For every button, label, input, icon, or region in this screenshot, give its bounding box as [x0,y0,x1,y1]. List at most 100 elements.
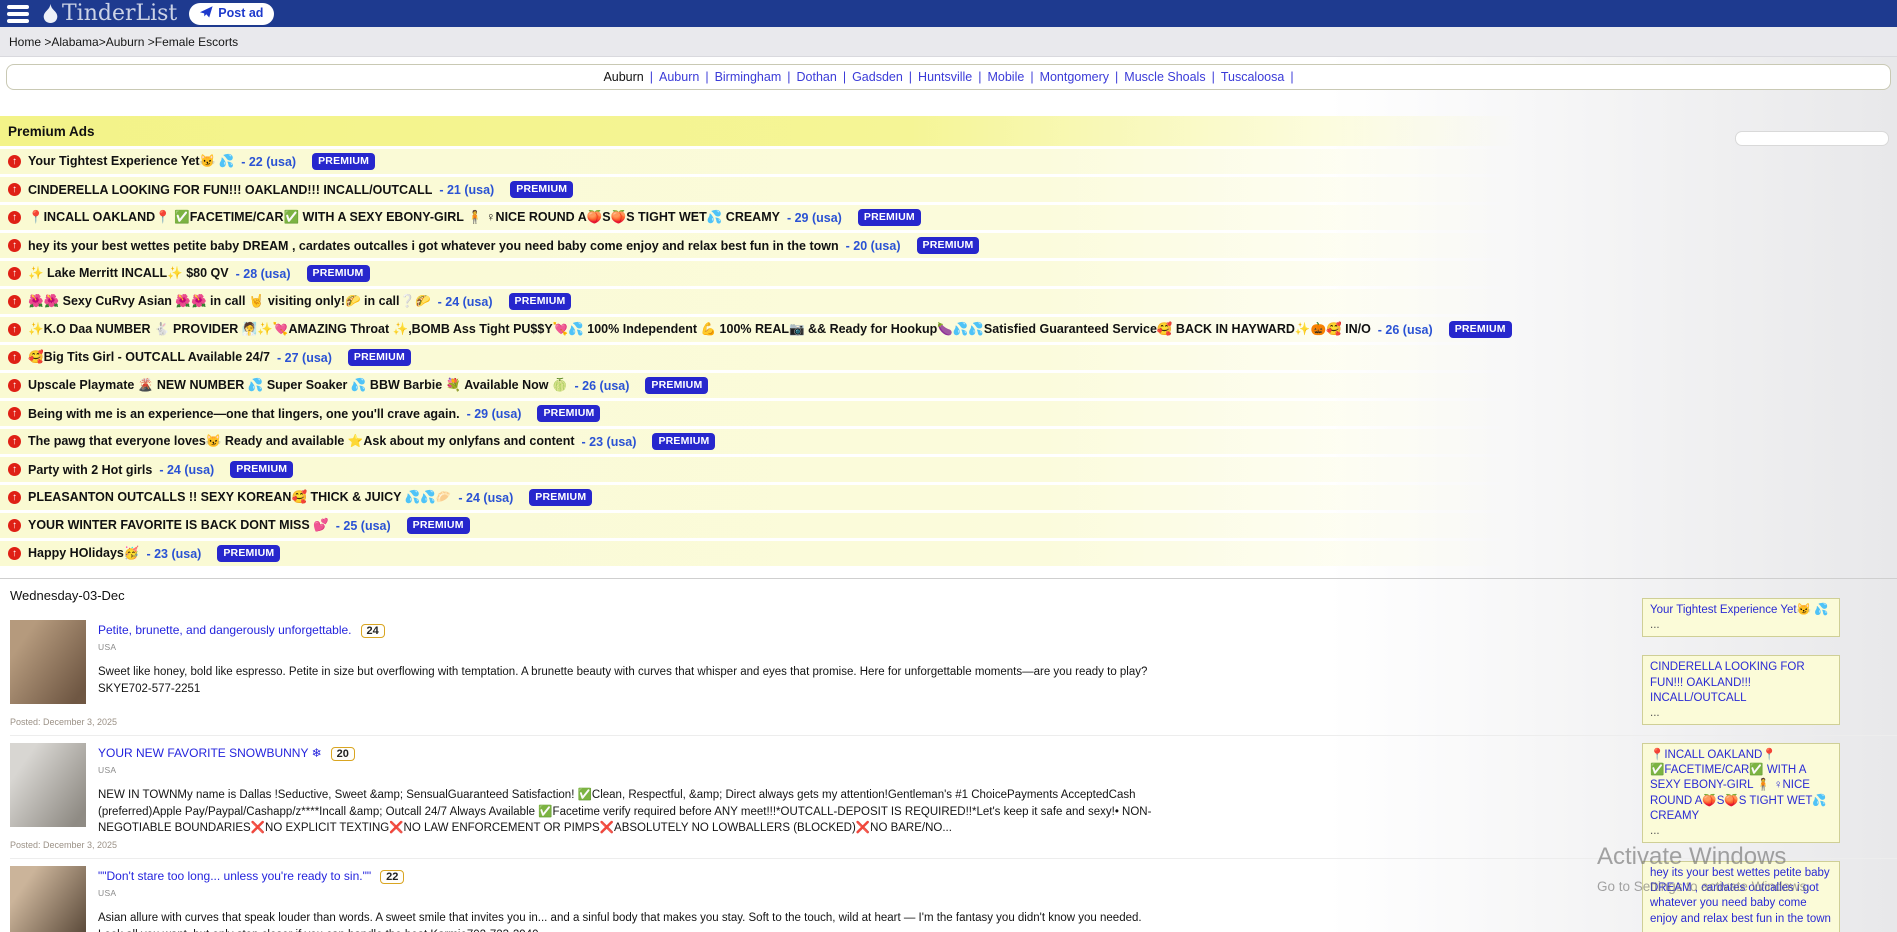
sidebar-ad-box[interactable]: 📍INCALL OAKLAND📍 ✅FACETIME/CAR✅ WITH A S… [1642,743,1840,843]
up-arrow-icon: ↑ [8,519,21,532]
premium-ad-row[interactable]: ↑ ✨ Lake Merritt INCALL✨ $80 QV - 28 (usa)… [0,261,1897,286]
premium-ad-title[interactable]: 🌺🌺 Sexy CuRvy Asian 🌺🌺 in call 🤘 visitin… [28,294,431,309]
premium-section: Premium Ads ↑Your Tightest Experience Ye… [0,116,1897,566]
breadcrumb-separator: > [144,35,154,49]
listing-title-row: YOUR NEW FAVORITE SNOWBUNNY ❄ 20 [98,744,1897,762]
city-current: Auburn [603,70,643,84]
breadcrumb-item[interactable]: Auburn [106,35,145,49]
premium-ad-age: - 21 (usa) [439,183,494,197]
premium-badge: PREMIUM [312,153,375,170]
up-arrow-icon: ↑ [8,155,21,168]
premium-ad-age: - 24 (usa) [458,491,513,505]
premium-ad-row[interactable]: ↑📍INCALL OAKLAND📍 ✅FACETIME/CAR✅ WITH A … [0,205,1897,230]
premium-ad-row[interactable]: ↑Party with 2 Hot girls- 24 (usa)PREMIUM [0,457,1897,482]
premium-ad-row[interactable]: ↑Upscale Playmate 🌋 NEW NUMBER 💦 Super S… [0,373,1897,398]
premium-ad-row[interactable]: ↑ CINDERELLA LOOKING FOR FUN!!! OAKLAND!!… [0,177,1897,202]
listing-thumbnail[interactable] [10,620,86,704]
up-arrow-icon: ↑ [8,183,21,196]
premium-ad-age: - 22 (usa) [241,155,296,169]
premium-badge: PREMIUM [407,517,470,534]
premium-ad-row[interactable]: ↑✨K.O Daa NUMBER 🐇 PROVIDER 🧖✨💘AMAZING T… [0,317,1897,342]
premium-ad-title[interactable]: hey its your best wettes petite baby DRE… [28,239,839,253]
premium-ad-age: - 24 (usa) [438,295,493,309]
breadcrumb-item[interactable]: Alabama [51,35,98,49]
premium-ad-row[interactable]: ↑Being with me is an experience—one that… [0,401,1897,426]
premium-ad-age: - 28 (usa) [236,267,291,281]
premium-ad-row[interactable]: ↑🌺🌺 Sexy CuRvy Asian 🌺🌺 in call 🤘 visiti… [0,289,1897,314]
premium-ad-row[interactable]: ↑Happy HOlidays🥳- 23 (usa)PREMIUM [0,541,1897,566]
age-badge: 20 [331,747,355,761]
site-logo-text: TinderList [62,3,177,25]
premium-ad-title[interactable]: Being with me is an experience—one that … [28,407,460,421]
city-link[interactable]: Montgomery [1040,70,1109,84]
premium-ad-row[interactable]: ↑PLEASANTON OUTCALLS !! SEXY KOREAN🥰 THI… [0,485,1897,510]
city-link[interactable]: Huntsville [918,70,972,84]
premium-badge: PREMIUM [917,237,980,254]
premium-ad-title[interactable]: YOUR WINTER FAVORITE IS BACK DONT MISS 💕 [28,518,329,533]
city-link[interactable]: Gadsden [852,70,903,84]
city-link[interactable]: Muscle Shoals [1124,70,1205,84]
premium-ad-row[interactable]: ↑The pawg that everyone loves😼 Ready and… [0,429,1897,454]
premium-ad-row[interactable]: ↑🥰Big Tits Girl - OUTCALL Available 24/7… [0,345,1897,370]
premium-badge: PREMIUM [217,545,280,562]
paper-plane-icon [200,6,213,21]
sidebar-ad-box[interactable]: CINDERELLA LOOKING FOR FUN!!! OAKLAND!!!… [1642,655,1840,725]
listing-title-link[interactable]: Petite, brunette, and dangerously unforg… [98,623,352,637]
sidebar-ad-box[interactable]: hey its your best wettes petite baby DRE… [1642,861,1840,932]
posted-date: Posted: December 3, 2025 [10,840,117,850]
premium-badge: PREMIUM [858,209,921,226]
posted-date: Posted: December 3, 2025 [10,717,117,727]
sidebar-ad-link[interactable]: CINDERELLA LOOKING FOR FUN!!! OAKLAND!!!… [1650,660,1832,706]
premium-ad-age: - 20 (usa) [846,239,901,253]
sidebar-ad-ellipsis: ... [1650,618,1832,633]
premium-ad-title[interactable]: Party with 2 Hot girls [28,463,152,477]
premium-ad-age: - 26 (usa) [1378,323,1433,337]
sidebar-ad-link[interactable]: Your Tightest Experience Yet😼 💦 [1650,603,1832,618]
breadcrumb-item[interactable]: Female Escorts [155,35,238,49]
premium-ad-row[interactable]: ↑ hey its your best wettes petite baby DR… [0,233,1897,258]
top-right-placeholder-box[interactable] [1735,131,1889,146]
up-arrow-icon: ↑ [8,239,21,252]
listing-title-link[interactable]: YOUR NEW FAVORITE SNOWBUNNY ❄ [98,746,322,760]
sidebar-ad-box[interactable]: Your Tightest Experience Yet😼 💦... [1642,598,1840,637]
listing-location: USA [98,642,1897,652]
city-link[interactable]: Mobile [987,70,1024,84]
up-arrow-icon: ↑ [8,267,21,280]
premium-ad-title[interactable]: The pawg that everyone loves😼 Ready and … [28,434,575,449]
premium-ad-title[interactable]: Your Tightest Experience Yet😼 💦 [28,154,234,169]
city-link[interactable]: Auburn [659,70,699,84]
city-separator: | [650,70,653,84]
city-link[interactable]: Dothan [797,70,837,84]
premium-ad-title[interactable]: PLEASANTON OUTCALLS !! SEXY KOREAN🥰 THIC… [28,490,451,505]
sidebar-ad-link[interactable]: hey its your best wettes petite baby DRE… [1650,866,1832,927]
site-logo[interactable]: TinderList [41,3,177,25]
premium-ad-age: - 27 (usa) [277,351,332,365]
premium-badge: PREMIUM [510,181,573,198]
premium-ad-title[interactable]: 🥰Big Tits Girl - OUTCALL Available 24/7 [28,350,270,365]
city-link[interactable]: Tuscaloosa [1221,70,1284,84]
menu-hamburger-icon[interactable] [7,5,29,23]
premium-ad-title[interactable]: ✨K.O Daa NUMBER 🐇 PROVIDER 🧖✨💘AMAZING Th… [28,322,1371,337]
city-separator: | [909,70,912,84]
listing-thumbnail[interactable] [10,743,86,827]
listing-title-row: Petite, brunette, and dangerously unforg… [98,621,1897,639]
premium-ad-title[interactable]: ✨ Lake Merritt INCALL✨ $80 QV [28,266,229,281]
premium-ad-row[interactable]: ↑ Your Tightest Experience Yet😼 💦 - 22 (us… [0,149,1897,174]
premium-badge: PREMIUM [1449,321,1512,338]
up-arrow-icon: ↑ [8,547,21,560]
post-ad-button[interactable]: Post ad [189,3,274,25]
premium-ad-title[interactable]: 📍INCALL OAKLAND📍 ✅FACETIME/CAR✅ WITH A S… [28,210,780,225]
listing-title-link[interactable]: ""Don't stare too long... unless you're … [98,869,371,883]
premium-ad-age: - 25 (usa) [336,519,391,533]
premium-ad-title[interactable]: Upscale Playmate 🌋 NEW NUMBER 💦 Super So… [28,378,568,393]
premium-ad-title[interactable]: CINDERELLA LOOKING FOR FUN!!! OAKLAND!!!… [28,183,432,197]
breadcrumb-item[interactable]: Home [9,35,41,49]
city-separator: | [1115,70,1118,84]
city-separator: | [705,70,708,84]
city-link[interactable]: Birmingham [715,70,782,84]
premium-ad-row[interactable]: ↑ YOUR WINTER FAVORITE IS BACK DONT MISS … [0,513,1897,538]
sidebar-ad-link[interactable]: 📍INCALL OAKLAND📍 ✅FACETIME/CAR✅ WITH A S… [1650,748,1832,824]
premium-ad-title[interactable]: Happy HOlidays🥳 [28,546,139,561]
listing-thumbnail[interactable] [10,866,86,932]
city-separator: | [978,70,981,84]
